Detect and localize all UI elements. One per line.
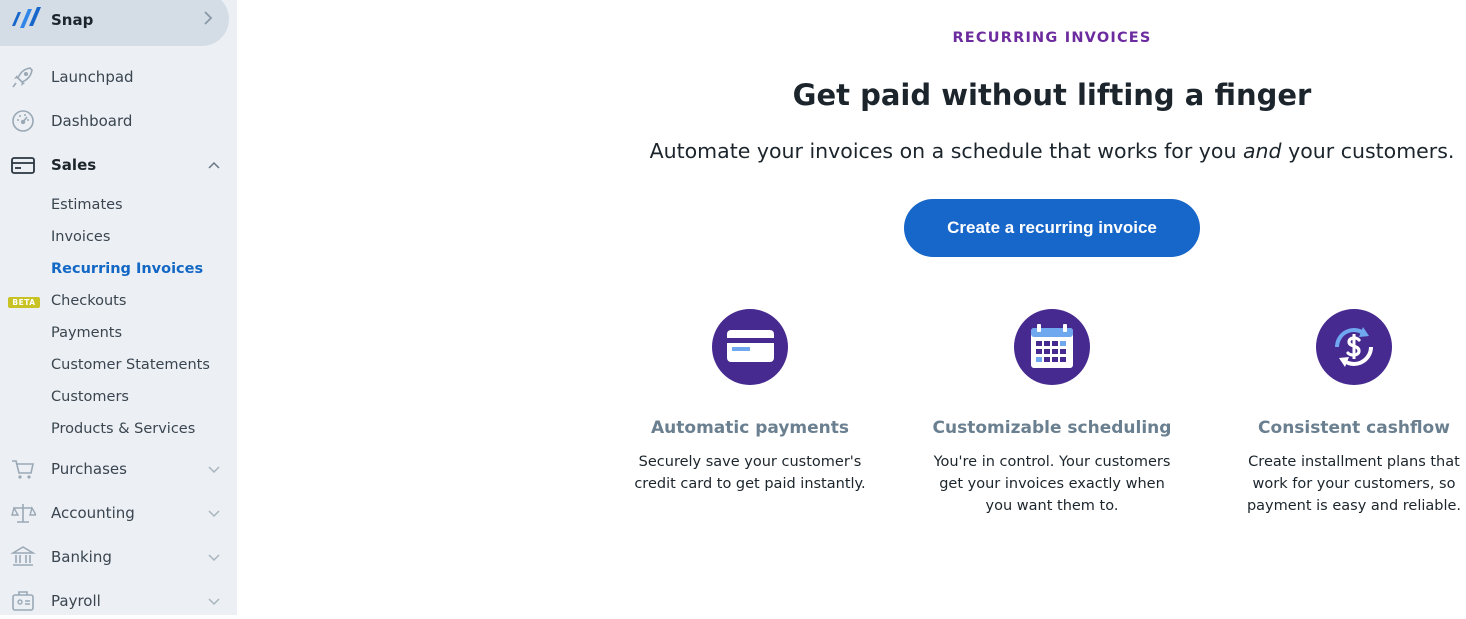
feature-consistent-cashflow: Consistent cashflow Create installment p…: [1224, 309, 1466, 529]
sub-nav-label: Checkouts: [51, 293, 127, 309]
rocket-icon: [12, 67, 33, 88]
sub-nav-customers[interactable]: Customers: [0, 383, 237, 411]
nav-payroll[interactable]: Payroll: [0, 583, 237, 619]
nav-banking[interactable]: Banking: [0, 539, 237, 575]
nav-sales[interactable]: Sales: [0, 147, 237, 183]
nav-accounting[interactable]: Accounting: [0, 495, 237, 531]
sub-nav-estimates[interactable]: Estimates: [0, 191, 237, 219]
nav-dashboard[interactable]: Dashboard: [0, 103, 237, 139]
sub-nav-products-services[interactable]: Products & Services: [0, 415, 237, 443]
gauge-icon: [12, 110, 34, 132]
chevron-up-icon: [208, 161, 220, 169]
sub-nav-invoices[interactable]: Invoices: [0, 223, 237, 251]
sub-nav-label: Products & Services: [51, 421, 196, 437]
scale-icon: [11, 504, 36, 523]
chevron-down-icon: [208, 554, 220, 562]
bank-icon: [10, 546, 36, 566]
feature-title: Consistent cashflow: [1258, 418, 1450, 438]
nav-label: Payroll: [51, 592, 101, 610]
feature-description: You're in control. Your customers get yo…: [933, 454, 1171, 514]
dollar-cycle-icon: [1335, 327, 1373, 367]
page-headline: Get paid without lifting a finger: [792, 78, 1312, 112]
nav-label: Sales: [51, 156, 97, 174]
nav-label: Purchases: [51, 460, 127, 478]
sub-nav-customer-statements[interactable]: Customer Statements: [0, 351, 237, 379]
calendar-icon: [1031, 324, 1073, 368]
subhead-emphasis: and: [1242, 139, 1282, 163]
nav-label: Dashboard: [51, 112, 133, 130]
sub-nav-label: Recurring Invoices: [51, 261, 204, 277]
beta-badge: BETA: [8, 297, 40, 308]
feature-description: Create installment plans that work for y…: [1246, 454, 1462, 514]
feature-icon-circle: [712, 309, 788, 385]
sub-nav-payments[interactable]: Payments: [0, 319, 237, 347]
chevron-down-icon: [208, 510, 220, 518]
sub-nav-label: Estimates: [51, 197, 123, 213]
chevron-down-icon: [208, 598, 220, 606]
sub-nav-checkouts[interactable]: BETA Checkouts: [0, 287, 237, 315]
cart-icon: [12, 460, 34, 479]
payroll-icon: [12, 591, 34, 611]
nav-label: Accounting: [51, 504, 135, 522]
card-icon: [11, 157, 35, 174]
feature-title: Customizable scheduling: [932, 418, 1172, 438]
sub-nav-recurring-invoices[interactable]: Recurring Invoices: [0, 255, 237, 283]
sidebar: Snap Launchpad Dashboard Sales Estimates…: [0, 0, 237, 615]
credit-card-icon: [727, 330, 774, 362]
business-name: Snap: [51, 11, 94, 29]
wave-logo-icon: [12, 7, 41, 28]
feature-title: Automatic payments: [651, 418, 849, 438]
chevron-down-icon: [208, 466, 220, 474]
nav-launchpad[interactable]: Launchpad: [0, 59, 237, 95]
feature-customizable-scheduling: Customizable scheduling You're in contro…: [922, 309, 1182, 529]
business-switcher[interactable]: Snap: [0, 0, 229, 46]
sub-nav-label: Invoices: [51, 229, 111, 245]
subhead-text: Automate your invoices on a schedule tha…: [649, 139, 1243, 163]
sub-nav-label: Payments: [51, 325, 123, 341]
chevron-right-icon: [204, 11, 213, 25]
feature-description: Securely save your customer's credit car…: [634, 454, 866, 492]
section-eyebrow: RECURRING INVOICES: [952, 30, 1152, 46]
nav-label: Banking: [51, 548, 112, 566]
feature-icon-circle: [1014, 309, 1090, 385]
sub-nav-label: Customers: [51, 389, 129, 405]
nav-label: Launchpad: [51, 68, 134, 86]
subhead-text-end: your customers.: [1281, 139, 1455, 163]
feature-icon-circle: [1316, 309, 1392, 385]
page-subheading: Automate your invoices on a schedule tha…: [626, 139, 1466, 163]
sub-nav-label: Customer Statements: [51, 357, 210, 373]
create-recurring-invoice-button[interactable]: Create a recurring invoice: [904, 199, 1200, 257]
nav-purchases[interactable]: Purchases: [0, 451, 237, 487]
feature-automatic-payments: Automatic payments Securely save your cu…: [620, 309, 880, 529]
